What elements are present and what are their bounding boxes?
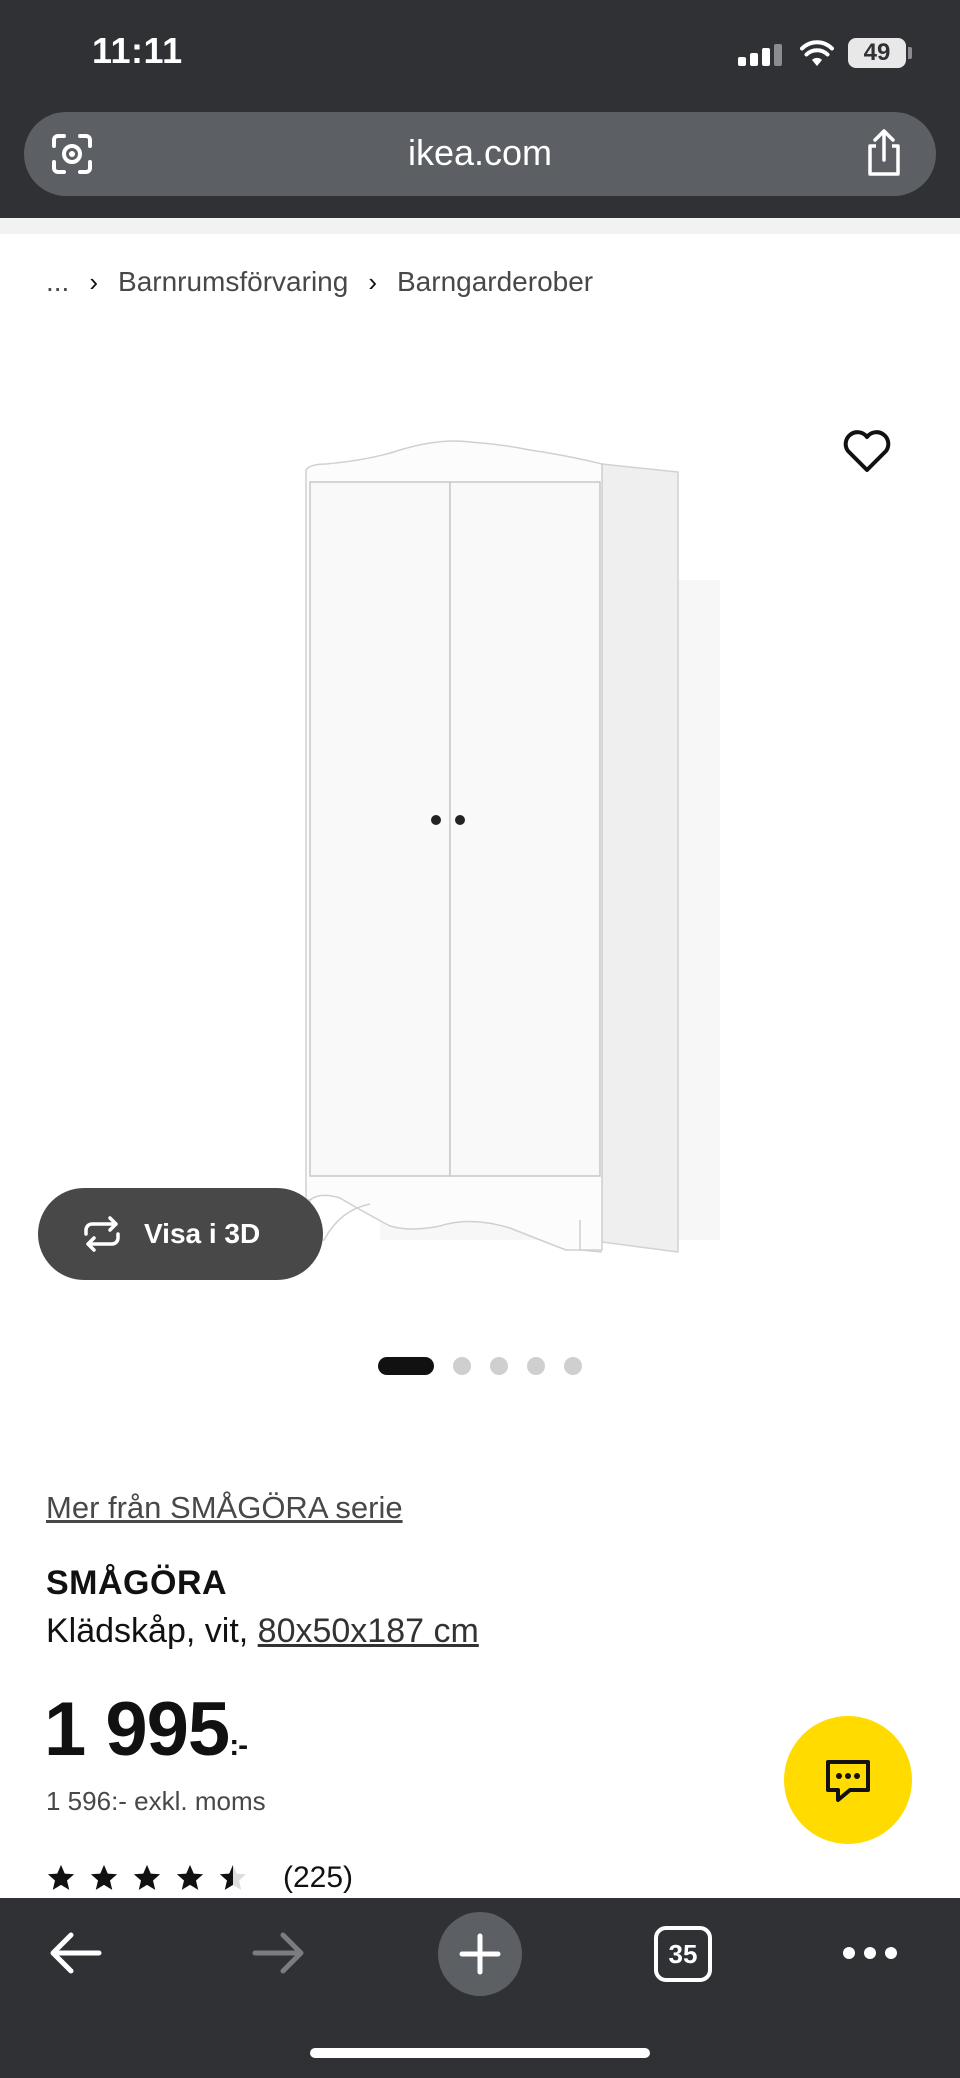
star-full-icon [90, 1864, 118, 1890]
forward-button[interactable] [244, 1918, 314, 1988]
browser-chrome-top: 11:11 49 ikea.com [0, 0, 960, 218]
view-in-3d-label: Visa i 3D [144, 1218, 261, 1249]
rotate-3d-icon [84, 1216, 120, 1252]
star-full-icon [176, 1864, 204, 1890]
price-value: 1 995 [44, 1687, 230, 1772]
arrow-right-icon [252, 1932, 304, 1974]
product-image-wardrobe[interactable] [240, 420, 720, 1260]
wifi-icon [800, 40, 834, 66]
battery-tip [908, 47, 912, 59]
back-button[interactable] [40, 1918, 110, 1988]
share-icon[interactable] [862, 128, 906, 178]
breadcrumb-item-barnrumsforvaring[interactable]: Barnrumsförvaring [118, 266, 348, 298]
new-tab-button[interactable] [438, 1912, 522, 1996]
address-bar[interactable]: ikea.com [24, 112, 936, 196]
product-dimensions-link[interactable]: 80x50x187 cm [258, 1612, 479, 1650]
browser-toolbar-bottom: 35 [0, 1898, 960, 2078]
star-full-icon [133, 1864, 161, 1890]
product-rating[interactable]: (225) [46, 1860, 353, 1896]
pagination-dot[interactable] [453, 1357, 471, 1375]
url-text[interactable]: ikea.com [24, 132, 936, 174]
heart-icon[interactable] [842, 428, 892, 474]
home-indicator [310, 2048, 650, 2058]
chat-button[interactable] [784, 1716, 912, 1844]
breadcrumb-item-barngarderober[interactable]: Barngarderober [397, 266, 593, 298]
more-dots-icon[interactable] [840, 1918, 900, 1988]
page-top-divider [0, 218, 960, 234]
pagination-dot[interactable] [564, 1357, 582, 1375]
breadcrumb-ellipsis[interactable]: ... [46, 266, 69, 298]
product-type: Klädskåp, vit, [46, 1612, 249, 1650]
product-price: 1 995:- [44, 1686, 248, 1773]
arrow-left-icon [50, 1932, 102, 1974]
battery-indicator: 49 [848, 38, 906, 68]
star-half-icon [219, 1864, 247, 1890]
review-count[interactable]: (225) [283, 1861, 353, 1895]
product-name: SMÅGÖRA [46, 1564, 228, 1602]
plus-icon [459, 1933, 501, 1975]
pagination-dot[interactable] [490, 1357, 508, 1375]
product-description: Klädskåp, vit, 80x50x187 cm [46, 1612, 479, 1651]
pagination-dot-active[interactable] [378, 1357, 434, 1375]
star-full-icon [47, 1864, 75, 1890]
breadcrumb: ... › Barnrumsförvaring › Barngarderober [46, 262, 593, 302]
image-pagination [378, 1356, 601, 1376]
chevron-right-icon: › [368, 266, 377, 297]
chat-icon [826, 1760, 870, 1802]
price-excl-vat: 1 596:- exkl. moms [46, 1786, 266, 1816]
cellular-signal-icon [738, 44, 784, 66]
status-time: 11:11 [92, 30, 183, 71]
price-currency-suffix: :- [229, 1729, 248, 1762]
chevron-right-icon: › [89, 266, 99, 297]
tabs-button[interactable]: 35 [654, 1926, 712, 1982]
pagination-dot[interactable] [527, 1357, 545, 1375]
series-link[interactable]: Mer från SMÅGÖRA serie [46, 1490, 403, 1526]
view-in-3d-button[interactable]: Visa i 3D [38, 1188, 323, 1280]
